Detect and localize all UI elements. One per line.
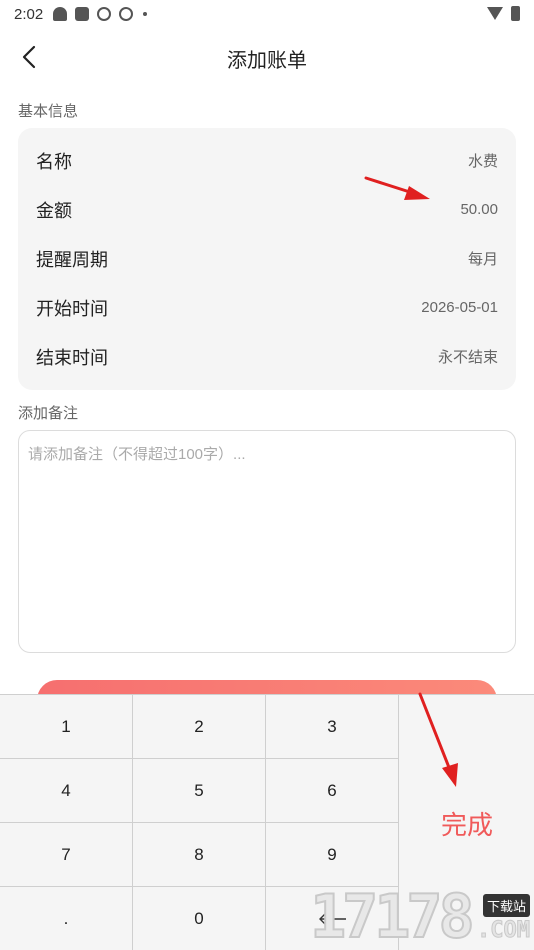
amount-label: 金额 [36,200,72,221]
name-value: 水费 [467,153,498,170]
note-input[interactable] [19,431,515,652]
watermark-badge: 下载站 [482,894,530,917]
key-7[interactable]: 7 [0,823,133,887]
notification-icon [53,7,68,21]
status-time: 2:02 [14,5,44,23]
sync-icon-2 [119,7,134,21]
start-date-label: 开始时间 [36,298,108,319]
reminder-cycle-value: 每月 [467,251,498,268]
key-6[interactable]: 6 [266,759,399,823]
key-decimal[interactable]: . [0,887,133,950]
amount-value: 50.00 [460,201,498,218]
start-date-value: 2026-05-01 [421,299,498,316]
basic-info-label: 基本信息 [18,103,79,120]
end-date-row[interactable]: 结束时间 永不结束 [18,332,516,381]
more-notifications-icon [143,12,148,16]
key-2[interactable]: 2 [133,695,266,759]
key-1[interactable]: 1 [0,695,133,759]
key-0[interactable]: 0 [133,887,266,950]
end-date-label: 结束时间 [36,347,108,368]
note-box [18,430,516,653]
app-notification-icon [75,7,90,21]
key-8[interactable]: 8 [133,823,266,887]
battery-icon [511,6,520,21]
reminder-cycle-row[interactable]: 提醒周期 每月 [18,234,516,283]
key-5[interactable]: 5 [133,759,266,823]
start-date-row[interactable]: 开始时间 2026-05-01 [18,283,516,332]
wifi-icon [487,7,503,20]
key-3[interactable]: 3 [266,695,399,759]
status-bar: 2:02 [0,0,534,28]
page-title: 添加账单 [227,50,307,72]
watermark-number: 17178 [309,882,476,950]
name-row[interactable]: 名称 水费 [18,136,516,185]
basic-info-card: 名称 水费 金额 50.00 提醒周期 每月 开始时间 2026-05-01 结… [18,128,516,390]
reminder-cycle-label: 提醒周期 [36,249,108,270]
name-label: 名称 [36,151,72,172]
note-label: 添加备注 [18,405,79,422]
sync-icon [97,7,112,21]
watermark-logo: 17178 下载站 .COM [308,882,534,950]
end-date-value: 永不结束 [437,349,498,366]
key-4[interactable]: 4 [0,759,133,823]
watermark-domain: .COM [477,918,531,944]
header: 添加账单 [0,30,534,86]
amount-row[interactable]: 金额 50.00 [18,185,516,234]
key-9[interactable]: 9 [266,823,399,887]
